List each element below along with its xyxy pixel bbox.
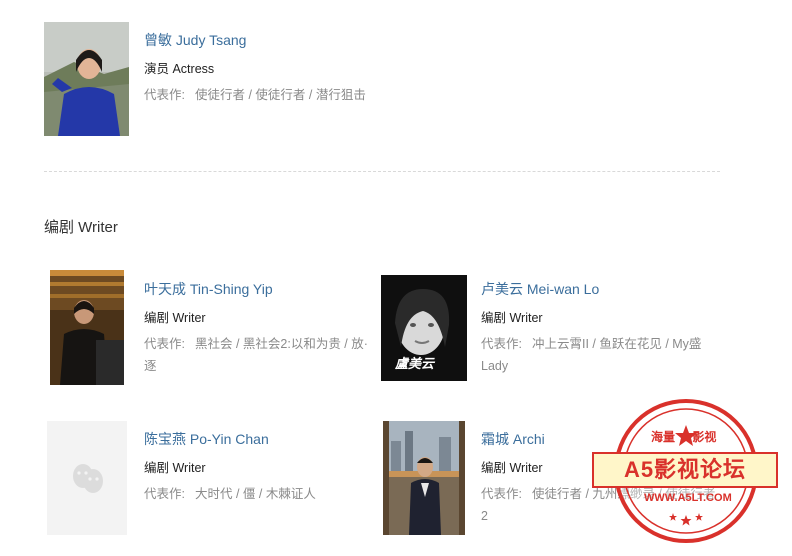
works-label: 代表作: bbox=[481, 337, 522, 351]
celebrity-list-page: 曾敏 Judy Tsang 演员 Actress 代表作: 使徒行者 / 使徒行者… bbox=[0, 0, 792, 556]
actor-photo-judy-tsang[interactable] bbox=[44, 22, 129, 136]
works-list: 使徒行者 / 使徒行者 / 潜行狙击 bbox=[194, 88, 366, 102]
works-label: 代表作: bbox=[481, 487, 522, 501]
writer-role: 编剧 Writer bbox=[144, 311, 206, 325]
writer-role: 编剧 Writer bbox=[481, 461, 543, 475]
writer-works: 代表作: 黑社会 / 黑社会2:以和为贵 / 放·逐 bbox=[144, 333, 376, 377]
works-label: 代表作: bbox=[144, 487, 185, 501]
portrait-image bbox=[44, 22, 129, 136]
writer-role: 编剧 Writer bbox=[481, 311, 543, 325]
photo-caption: 盧美云 bbox=[395, 356, 435, 371]
theater-masks-icon bbox=[73, 464, 103, 493]
writer-name-link[interactable]: 陈宝燕 Po-Yin Chan bbox=[144, 430, 269, 448]
actor-works: 代表作: 使徒行者 / 使徒行者 / 潜行狙击 bbox=[144, 84, 404, 106]
writer-name-link[interactable]: 叶天成 Tin-Shing Yip bbox=[144, 280, 273, 298]
writer-name-link[interactable]: 卢美云 Mei-wan Lo bbox=[481, 280, 599, 298]
writer-works: 代表作: 冲上云霄II / 鱼跃在花见 / My盛 Lady bbox=[481, 333, 721, 377]
writer-photo-archi[interactable] bbox=[383, 421, 465, 535]
portrait-image bbox=[50, 270, 124, 385]
writer-role: 编剧 Writer bbox=[144, 461, 206, 475]
works-label: 代表作: bbox=[144, 337, 185, 351]
writer-name-link[interactable]: 霜城 Archi bbox=[481, 430, 545, 448]
portrait-image bbox=[383, 421, 465, 535]
writer-photo-tin-shing-yip[interactable] bbox=[50, 270, 124, 385]
watermark-url: WWW.A5LT.COM bbox=[644, 492, 732, 504]
works-list: 大时代 / 僵 / 木棘证人 bbox=[194, 487, 316, 501]
section-divider bbox=[44, 171, 720, 172]
actor-role: 演员 Actress bbox=[144, 62, 215, 76]
watermark-main-text: A5影视论坛 bbox=[592, 452, 778, 488]
section-title-writers: 编剧 Writer bbox=[44, 219, 118, 236]
actor-name-link[interactable]: 曾敏 Judy Tsang bbox=[144, 31, 246, 49]
writer-photo-mei-wan-lo[interactable]: 盧美云 bbox=[381, 275, 467, 381]
writer-works: 代表作: 大时代 / 僵 / 木棘证人 bbox=[144, 483, 376, 505]
works-label: 代表作: bbox=[144, 88, 185, 102]
watermark-top-text: 海量 ★ 影视 bbox=[651, 430, 717, 444]
writer-photo-placeholder[interactable] bbox=[47, 421, 127, 535]
